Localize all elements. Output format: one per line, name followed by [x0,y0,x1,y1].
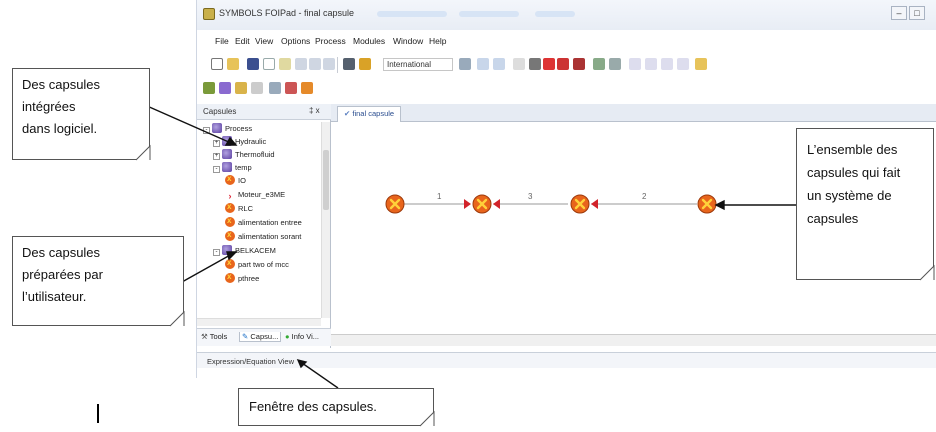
text-cursor-mark [97,404,99,423]
folded-corner [135,144,151,161]
folded-corner [169,310,185,327]
folded-corner [919,264,935,281]
callout-folds [135,144,935,427]
folded-corner [419,410,435,427]
